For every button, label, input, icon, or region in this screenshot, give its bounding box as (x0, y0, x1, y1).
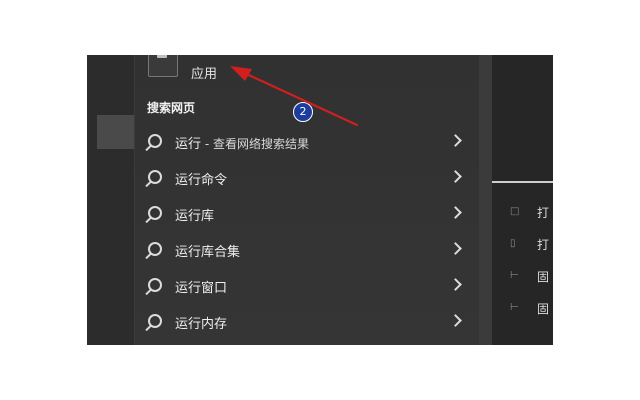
pin-icon: ⊢ (510, 270, 519, 281)
search-icon (148, 242, 162, 256)
result-row[interactable]: 运行 - 查看网络搜索结果 (135, 123, 480, 159)
result-label: 运行库 (175, 209, 215, 224)
search-icon (148, 314, 162, 328)
open-file-icon: ▯ (510, 238, 516, 249)
action-open-location[interactable]: □ 打 (510, 203, 553, 221)
left-strip (87, 55, 137, 345)
search-icon (148, 206, 162, 220)
left-highlight-tile (97, 115, 137, 149)
action-pin-taskbar[interactable]: ⊢ 固 (510, 299, 553, 317)
section-title-search-web: 搜索网页 (147, 101, 196, 115)
search-icon (148, 170, 162, 184)
result-label: 运行库合集 (175, 245, 241, 260)
action-label: 打 (537, 206, 550, 220)
action-label: 固 (537, 270, 550, 284)
search-icon (148, 278, 162, 292)
result-row[interactable]: 运行库 (135, 195, 480, 231)
details-divider (492, 181, 553, 183)
search-results-panel: 应用 搜索网页 2 运行 - 查看网络搜索结果 运行命令 运行库 运行库合集 运… (134, 55, 480, 345)
action-label: 固 (537, 302, 550, 316)
scrollbar-track[interactable] (479, 55, 492, 345)
start-menu-search-screenshot: 应用 搜索网页 2 运行 - 查看网络搜索结果 运行命令 运行库 运行库合集 运… (87, 55, 553, 345)
chevron-right-icon[interactable] (449, 134, 462, 147)
open-location-icon: □ (510, 206, 520, 217)
chevron-right-icon[interactable] (449, 242, 462, 255)
result-row[interactable]: 运行窗口 (135, 267, 480, 303)
action-label: 打 (537, 238, 550, 252)
action-open-file[interactable]: ▯ 打 (510, 235, 553, 253)
pin-icon: ⊢ (510, 302, 519, 313)
search-icon (148, 134, 162, 148)
result-row[interactable]: 运行内存 (135, 303, 480, 339)
app-icon[interactable] (148, 55, 178, 77)
best-match-type-label: 应用 (191, 67, 218, 82)
chevron-right-icon[interactable] (449, 314, 462, 327)
step-badge: 2 (293, 102, 313, 122)
chevron-right-icon[interactable] (449, 170, 462, 183)
result-label: 运行 - 查看网络搜索结果 (175, 137, 309, 152)
result-row[interactable]: 运行库合集 (135, 231, 480, 267)
result-label: 运行命令 (175, 173, 228, 188)
result-label: 运行窗口 (175, 281, 228, 296)
chevron-right-icon[interactable] (449, 206, 462, 219)
result-label: 运行内存 (175, 317, 228, 332)
action-pin-start[interactable]: ⊢ 固 (510, 267, 553, 285)
result-row[interactable]: 运行命令 (135, 159, 480, 195)
chevron-right-icon[interactable] (449, 278, 462, 291)
details-pane: □ 打 ▯ 打 ⊢ 固 ⊢ 固 (492, 55, 553, 345)
